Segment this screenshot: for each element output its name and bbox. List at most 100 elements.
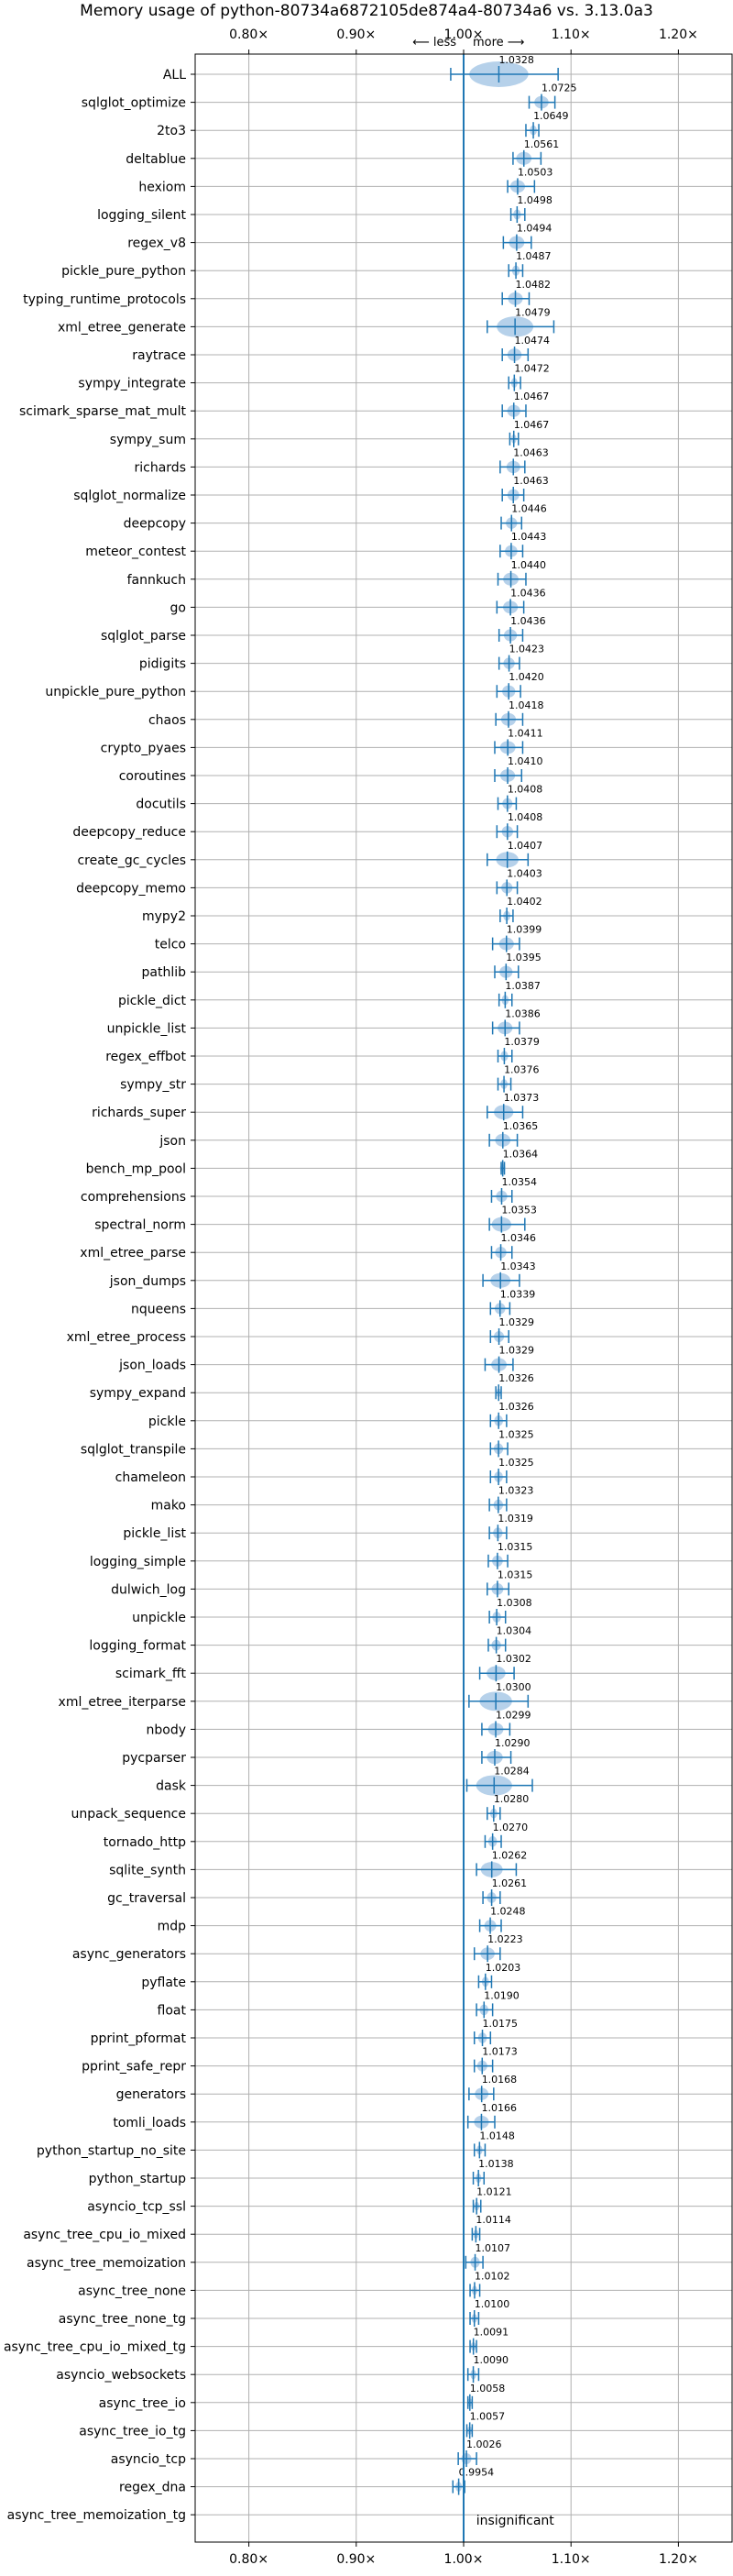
category-label: xml_etree_iterparse — [59, 1695, 186, 1710]
category-label: ALL — [163, 68, 186, 83]
category-label: unpickle_list — [107, 1021, 187, 1036]
value-label: 1.0407 — [508, 840, 543, 852]
category-label: mdp — [158, 1920, 187, 1934]
category-label: crypto_pyaes — [101, 741, 186, 755]
value-label: 1.0408 — [508, 811, 543, 823]
category-label: pickle_pure_python — [61, 264, 186, 279]
category-label: fannkuch — [127, 573, 186, 588]
value-label: 1.0386 — [505, 1007, 541, 1019]
value-label: 1.0410 — [508, 755, 543, 767]
value-label: 1.0319 — [498, 1513, 533, 1525]
category-label: gc_traversal — [107, 1891, 186, 1906]
value-label: 1.0280 — [494, 1793, 530, 1805]
category-label: richards_super — [92, 1106, 186, 1120]
value-label: 1.0325 — [498, 1428, 534, 1440]
category-label: meteor_contest — [85, 545, 186, 559]
value-label: 1.0376 — [504, 1064, 540, 1076]
category-label: regex_dna — [119, 2481, 186, 2495]
value-label: 1.0261 — [492, 1877, 528, 1889]
value-label: 1.0058 — [470, 2383, 506, 2394]
insignificant-note: insignificant — [476, 2514, 555, 2528]
value-label: 1.0300 — [496, 1681, 531, 1693]
category-label: mypy2 — [142, 909, 186, 924]
value-label: 1.0346 — [501, 1232, 537, 1244]
value-label: 1.0121 — [476, 2186, 512, 2198]
category-label: mako — [151, 1499, 186, 1514]
value-label: 1.0325 — [498, 1457, 534, 1469]
value-label: 1.0114 — [476, 2214, 511, 2226]
value-label: 1.0436 — [510, 587, 546, 599]
category-label: dulwich_log — [111, 1582, 186, 1597]
category-label: telco — [155, 938, 186, 952]
category-label: go — [170, 600, 186, 615]
value-label: 1.0090 — [474, 2354, 509, 2366]
category-label: sqlglot_normalize — [73, 489, 186, 503]
category-label: logging_format — [89, 1639, 186, 1654]
category-label: deltablue — [126, 152, 186, 167]
x-tick-label-bottom: 1.00× — [444, 2552, 484, 2567]
category-label: logging_silent — [97, 208, 186, 223]
category-label: async_generators — [72, 1947, 186, 1962]
value-label: 1.0494 — [517, 223, 552, 235]
category-label: unpickle_pure_python — [45, 685, 186, 699]
value-label: 1.0284 — [494, 1766, 530, 1778]
category-label: sqlglot_transpile — [81, 1442, 186, 1457]
category-label: xml_etree_process — [67, 1330, 186, 1345]
value-label: 1.0463 — [513, 446, 549, 458]
category-label: dask — [156, 1779, 187, 1794]
value-label: 1.0326 — [498, 1372, 534, 1384]
category-label: pickle_list — [123, 1526, 186, 1541]
value-label: 1.0561 — [524, 138, 560, 150]
value-label: 1.0403 — [507, 867, 542, 879]
value-label: 1.0379 — [504, 1036, 540, 1048]
category-label: pidigits — [139, 657, 186, 672]
category-label: unpickle — [132, 1611, 186, 1625]
category-label: asyncio_tcp_ssl — [87, 2200, 186, 2215]
category-label: regex_effbot — [105, 1050, 186, 1064]
value-label: 1.0353 — [501, 1205, 537, 1216]
value-label: 1.0649 — [533, 110, 569, 122]
category-label: async_tree_io_tg — [79, 2424, 186, 2438]
value-label: 1.0248 — [490, 1906, 526, 1918]
category-label: sympy_str — [120, 1078, 186, 1093]
x-tick-label-top: 0.80× — [229, 28, 268, 42]
category-label: coroutines — [119, 769, 186, 784]
value-label: 1.0323 — [498, 1485, 534, 1497]
category-label: tomli_loads — [113, 2116, 186, 2130]
value-label: 1.0440 — [511, 559, 547, 571]
more-direction-label: more ⟶ — [473, 36, 524, 50]
category-label: nqueens — [131, 1302, 186, 1316]
labels: 0.80×0.80×0.90×0.90×1.00×1.00×1.10×1.10×… — [4, 28, 698, 2567]
category-label: async_tree_io — [99, 2396, 186, 2411]
category-label: python_startup_no_site — [37, 2143, 186, 2158]
grid — [191, 50, 732, 2547]
value-label: 1.0725 — [542, 83, 577, 94]
value-label: 1.0304 — [497, 1625, 532, 1637]
value-label: 1.0100 — [475, 2298, 510, 2310]
value-label: 1.0479 — [515, 306, 551, 318]
category-label: asyncio_tcp — [111, 2452, 186, 2467]
category-label: pprint_safe_repr — [82, 2060, 186, 2075]
category-label: nbody — [147, 1723, 187, 1737]
value-label: 1.0354 — [501, 1176, 537, 1188]
value-label: 1.0326 — [498, 1401, 534, 1413]
category-label: 2to3 — [157, 124, 186, 138]
value-label: 1.0436 — [510, 615, 546, 627]
category-label: asyncio_websockets — [56, 2368, 186, 2383]
category-label: typing_runtime_protocols — [23, 292, 186, 307]
category-label: regex_v8 — [127, 237, 186, 251]
value-label: 1.0290 — [495, 1737, 531, 1749]
category-label: async_tree_none_tg — [59, 2312, 186, 2327]
category-label: tornado_http — [104, 1835, 186, 1850]
category-label: logging_simple — [90, 1555, 186, 1569]
value-label: 1.0408 — [508, 784, 543, 796]
value-label: 1.0223 — [487, 1933, 523, 1945]
category-label: docutils — [136, 798, 186, 812]
value-label: 1.0474 — [515, 335, 551, 347]
category-label: float — [158, 2003, 187, 2018]
x-tick-label-bottom: 0.80× — [229, 2552, 268, 2567]
value-label: 1.0411 — [508, 727, 543, 739]
category-label: create_gc_cycles — [77, 853, 186, 868]
chart-title: Memory usage of python-80734a6872105de87… — [80, 2, 653, 20]
value-label: 1.0175 — [483, 2018, 519, 2030]
